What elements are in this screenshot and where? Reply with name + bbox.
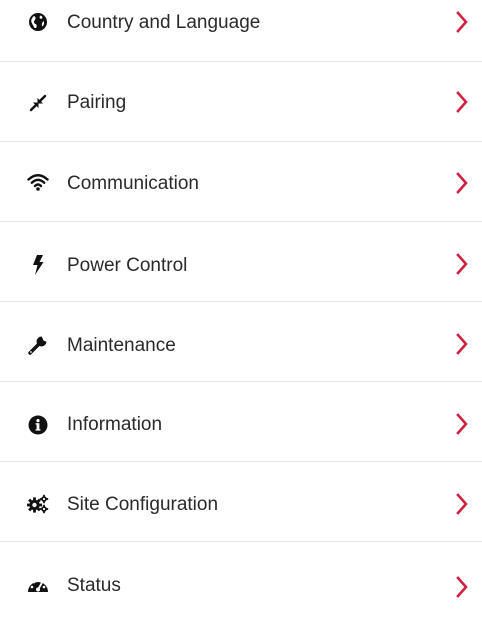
menu-item-label: Status <box>67 575 121 596</box>
menu-item-status[interactable]: Status <box>0 543 482 623</box>
speedometer-icon <box>26 573 50 597</box>
menu-item-label: Pairing <box>67 92 127 113</box>
wifi-icon <box>26 170 50 194</box>
globe-icon <box>26 10 50 34</box>
menu-item-information[interactable]: Information <box>0 382 482 462</box>
menu-item-label: Maintenance <box>67 335 176 356</box>
chevron-right-icon <box>456 91 468 113</box>
info-circle-icon <box>26 413 50 437</box>
chevron-right-icon <box>456 253 468 275</box>
gears-icon <box>26 492 50 516</box>
chevron-right-icon <box>456 576 468 598</box>
menu-item-label: Country and Language <box>67 12 261 33</box>
chevron-right-icon <box>456 413 468 435</box>
menu-item-site-configuration[interactable]: Site Configuration <box>0 462 482 542</box>
menu-item-label: Information <box>67 414 163 435</box>
pairing-arrows-icon <box>26 91 50 115</box>
menu-item-communication[interactable]: Communication <box>0 142 482 222</box>
menu-item-power-control[interactable]: Power Control <box>0 222 482 302</box>
menu-item-country-and-language[interactable]: Country and Language <box>0 0 482 62</box>
chevron-right-icon <box>456 11 468 33</box>
settings-menu: Country and Language Pairing Communicati… <box>0 0 482 603</box>
wrench-icon <box>26 333 50 357</box>
chevron-right-icon <box>456 172 468 194</box>
menu-item-label: Site Configuration <box>67 494 219 515</box>
menu-item-label: Communication <box>67 173 199 194</box>
chevron-right-icon <box>456 333 468 355</box>
chevron-right-icon <box>456 493 468 515</box>
menu-item-maintenance[interactable]: Maintenance <box>0 302 482 382</box>
menu-item-pairing[interactable]: Pairing <box>0 62 482 142</box>
lightning-bolt-icon <box>26 253 50 277</box>
menu-item-label: Power Control <box>67 255 188 276</box>
